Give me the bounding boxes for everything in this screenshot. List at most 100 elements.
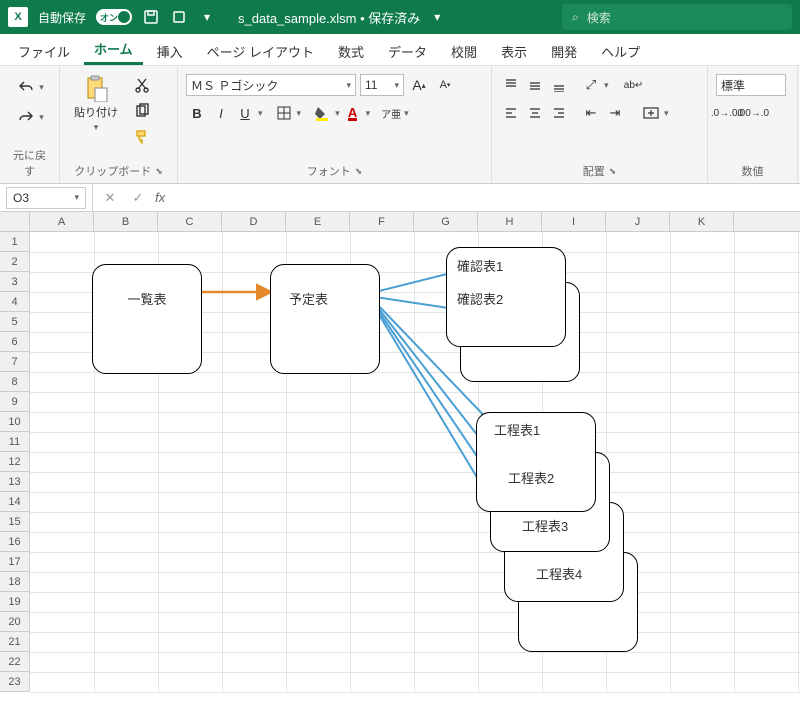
col-header[interactable]: D	[222, 212, 286, 231]
shape-process-labels[interactable]: 工程表1 工程表2 工程表3 工程表4	[476, 412, 596, 602]
tab-layout[interactable]: ページ レイアウト	[197, 36, 324, 65]
row-header[interactable]: 14	[0, 492, 30, 512]
row-header[interactable]: 7	[0, 352, 30, 372]
cancel-formula-icon[interactable]: ✕	[99, 187, 121, 209]
orientation-button[interactable]: ⤢	[580, 74, 602, 96]
row-header[interactable]: 3	[0, 272, 30, 292]
undo-button[interactable]	[15, 76, 37, 98]
row-header[interactable]: 22	[0, 652, 30, 672]
shape-list[interactable]: 一覧表	[92, 264, 202, 374]
fx-icon[interactable]: fx	[155, 190, 165, 205]
tab-dev[interactable]: 開発	[541, 36, 587, 65]
select-all-button[interactable]	[0, 212, 30, 231]
autosave-toggle[interactable]: オン	[96, 9, 132, 25]
row-header[interactable]: 5	[0, 312, 30, 332]
tab-formula[interactable]: 数式	[328, 36, 374, 65]
tab-view[interactable]: 表示	[491, 36, 537, 65]
tab-data[interactable]: データ	[378, 36, 437, 65]
copy-button[interactable]	[130, 100, 154, 122]
align-left-button[interactable]	[500, 102, 522, 124]
align-bottom-button[interactable]	[548, 74, 570, 96]
cells-area[interactable]: 一覧表 予定表 確認表1確認表2 工程表1 工程表2 工程表3 工程表4	[30, 232, 800, 692]
bold-button[interactable]: B	[186, 102, 208, 124]
row-header[interactable]: 16	[0, 532, 30, 552]
group-undo-label: 元に戻す	[8, 145, 51, 181]
col-header[interactable]: A	[30, 212, 94, 231]
row-header[interactable]: 12	[0, 452, 30, 472]
row-header[interactable]: 13	[0, 472, 30, 492]
align-top-button[interactable]	[500, 74, 522, 96]
font-launcher-icon[interactable]: ⬊	[355, 166, 363, 177]
row-header[interactable]: 8	[0, 372, 30, 392]
fill-color-button[interactable]	[311, 102, 333, 124]
shape-confirm1[interactable]: 確認表1確認表2	[446, 247, 566, 347]
ribbon: ▾ ▾ 元に戻す 貼り付け▾ クリップボード⬊ ＭＳ Ｐゴシック▾ 11▾ A▴	[0, 66, 800, 184]
decrease-indent-button[interactable]: ⇤	[580, 102, 602, 124]
row-header[interactable]: 15	[0, 512, 30, 532]
row-header[interactable]: 4	[0, 292, 30, 312]
decrease-decimal-button[interactable]: .0→.00	[716, 102, 738, 124]
qat-dropdown-icon[interactable]: ▾	[198, 8, 216, 26]
tab-home[interactable]: ホーム	[84, 33, 143, 65]
align-center-button[interactable]	[524, 102, 546, 124]
col-header[interactable]: K	[670, 212, 734, 231]
row-header[interactable]: 10	[0, 412, 30, 432]
col-header[interactable]: G	[414, 212, 478, 231]
align-middle-button[interactable]	[524, 74, 546, 96]
increase-font-icon[interactable]: A▴	[408, 74, 430, 96]
font-name-select[interactable]: ＭＳ Ｐゴシック▾	[186, 74, 356, 96]
name-box[interactable]: O3▾	[6, 187, 86, 209]
border-button[interactable]	[273, 102, 295, 124]
save-icon[interactable]	[142, 8, 160, 26]
redo-button[interactable]	[15, 106, 37, 128]
tab-file[interactable]: ファイル	[8, 36, 80, 65]
phonetic-button[interactable]: ア亜	[380, 102, 402, 124]
tab-review[interactable]: 校閲	[441, 36, 487, 65]
clipboard-launcher-icon[interactable]: ⬊	[155, 166, 163, 177]
row-header[interactable]: 6	[0, 332, 30, 352]
increase-indent-button[interactable]: ⇥	[604, 102, 626, 124]
col-header[interactable]: C	[158, 212, 222, 231]
qat-more-icon[interactable]	[170, 8, 188, 26]
paste-button[interactable]: 貼り付け▾	[68, 70, 124, 137]
row-header[interactable]: 2	[0, 252, 30, 272]
font-size-select[interactable]: 11▾	[360, 74, 404, 96]
number-format-select[interactable]: 標準	[716, 74, 786, 96]
cut-button[interactable]	[130, 74, 154, 96]
row-header[interactable]: 21	[0, 632, 30, 652]
shape-schedule[interactable]: 予定表	[270, 264, 380, 374]
merge-button[interactable]	[640, 102, 662, 124]
row-header[interactable]: 19	[0, 592, 30, 612]
decrease-font-icon[interactable]: A▾	[434, 74, 456, 96]
align-launcher-icon[interactable]: ⬊	[609, 166, 617, 177]
col-header[interactable]: B	[94, 212, 158, 231]
italic-button[interactable]: I	[210, 102, 232, 124]
align-right-button[interactable]	[548, 102, 570, 124]
row-header[interactable]: 23	[0, 672, 30, 692]
row-header[interactable]: 17	[0, 552, 30, 572]
col-header[interactable]: J	[606, 212, 670, 231]
file-name[interactable]: s_data_sample.xlsm • 保存済み	[238, 8, 420, 27]
formula-input[interactable]	[171, 187, 800, 209]
search-box[interactable]: ⌕ 検索	[562, 4, 792, 30]
row-header[interactable]: 20	[0, 612, 30, 632]
col-header[interactable]: I	[542, 212, 606, 231]
underline-button[interactable]: U	[234, 102, 256, 124]
col-header[interactable]: E	[286, 212, 350, 231]
tab-insert[interactable]: 挿入	[147, 36, 193, 65]
excel-logo-icon: X	[8, 7, 28, 27]
col-header[interactable]: F	[350, 212, 414, 231]
row-header[interactable]: 1	[0, 232, 30, 252]
row-header[interactable]: 9	[0, 392, 30, 412]
enter-formula-icon[interactable]: ✓	[127, 187, 149, 209]
row-header[interactable]: 11	[0, 432, 30, 452]
col-header[interactable]: H	[478, 212, 542, 231]
row-header[interactable]: 18	[0, 572, 30, 592]
autosave-label: 自動保存	[38, 9, 86, 26]
wrap-text-button[interactable]: ab↵	[623, 74, 645, 96]
increase-decimal-button[interactable]: .00→.0	[742, 102, 764, 124]
tab-help[interactable]: ヘルプ	[591, 36, 650, 65]
font-color-button[interactable]: A	[342, 102, 364, 124]
formula-bar: O3▾ ✕ ✓ fx	[0, 184, 800, 212]
format-painter-button[interactable]	[130, 126, 154, 148]
